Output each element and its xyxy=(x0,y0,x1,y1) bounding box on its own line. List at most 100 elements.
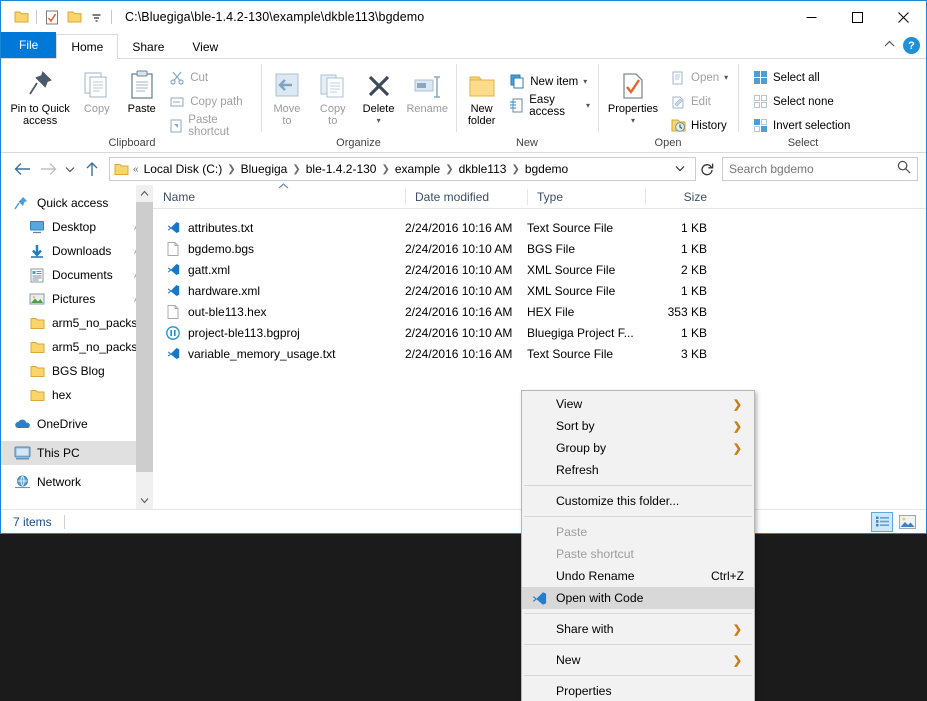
breadcrumb-chevron-icon[interactable]: ❯ xyxy=(226,164,236,175)
chevron-down-icon[interactable] xyxy=(136,492,153,509)
context-menu-item-refresh[interactable]: Refresh xyxy=(522,459,754,481)
move-to-button[interactable]: Move to xyxy=(265,63,309,127)
context-menu-item-sort-by[interactable]: Sort by ❯ xyxy=(522,415,754,437)
breadcrumb-chevron-icon[interactable]: ❯ xyxy=(510,164,520,175)
address-dropdown-icon[interactable] xyxy=(669,164,691,175)
collapse-ribbon-icon[interactable] xyxy=(884,40,895,51)
table-row[interactable]: out-ble113.hex 2/24/2016 10:16 AM HEX Fi… xyxy=(153,301,926,322)
search-icon[interactable] xyxy=(897,160,911,179)
forward-button[interactable] xyxy=(35,156,61,182)
scrollbar-thumb[interactable] xyxy=(136,202,153,472)
up-button[interactable] xyxy=(79,156,105,182)
breadcrumb-chevron-icon[interactable]: ❯ xyxy=(380,164,390,175)
chevron-up-icon[interactable] xyxy=(136,185,153,202)
chevron-down-icon[interactable]: ▾ xyxy=(377,115,381,127)
title-bar[interactable]: C:\Bluegiga\ble-1.4.2-130\example\dkble1… xyxy=(1,1,926,33)
large-icons-view-button[interactable] xyxy=(896,512,918,532)
nav-item-downloads[interactable]: Downloads xyxy=(1,239,153,263)
nav-item-documents[interactable]: Documents xyxy=(1,263,153,287)
invert-selection-button[interactable]: Invert selection xyxy=(748,115,854,136)
cut-button[interactable]: Cut xyxy=(165,67,257,88)
nav-item-pictures[interactable]: Pictures xyxy=(1,287,153,311)
customize-qat-caret-icon[interactable] xyxy=(85,6,107,28)
properties-check-icon[interactable] xyxy=(41,6,63,28)
new-item-button[interactable]: New item ▾ xyxy=(505,71,594,92)
breadcrumb-chevron-icon[interactable]: ❯ xyxy=(291,164,301,175)
nav-item-network[interactable]: Network xyxy=(1,470,153,494)
nav-item-this-pc[interactable]: This PC xyxy=(1,441,153,465)
breadcrumb-item-5[interactable]: bgdemo xyxy=(521,162,572,176)
new-folder-button[interactable]: New folder xyxy=(460,63,503,127)
rename-button[interactable]: Rename xyxy=(402,63,452,115)
help-icon[interactable]: ? xyxy=(903,37,920,54)
nav-item-arm5-no-packs-2[interactable]: arm5_no_packs xyxy=(1,335,153,359)
pin-to-quick-access-button[interactable]: Pin to Quick access xyxy=(7,63,73,127)
breadcrumb-item-4[interactable]: dkble113 xyxy=(455,162,511,176)
delete-button[interactable]: Delete ▾ xyxy=(357,63,401,127)
copy-to-button[interactable]: Copy to xyxy=(311,63,355,127)
column-header-date-modified[interactable]: Date modified xyxy=(405,185,527,209)
table-row[interactable]: gatt.xml 2/24/2016 10:10 AM XML Source F… xyxy=(153,259,926,280)
maximize-button[interactable] xyxy=(834,1,880,33)
table-row[interactable]: variable_memory_usage.txt 2/24/2016 10:1… xyxy=(153,343,926,364)
nav-item-onedrive[interactable]: OneDrive xyxy=(1,412,153,436)
nav-item-desktop[interactable]: Desktop xyxy=(1,215,153,239)
refresh-button[interactable] xyxy=(696,157,718,181)
breadcrumb-overflow[interactable]: « xyxy=(132,164,140,175)
properties-button[interactable]: Properties ▾ xyxy=(602,63,664,127)
breadcrumb-item-3[interactable]: example xyxy=(391,162,444,176)
column-header-type[interactable]: Type xyxy=(527,185,645,209)
navigation-pane-scrollbar[interactable] xyxy=(136,185,153,509)
paste-shortcut-button[interactable]: Paste shortcut xyxy=(165,114,257,138)
chevron-down-icon[interactable]: ▾ xyxy=(586,101,590,110)
back-button[interactable] xyxy=(9,156,35,182)
context-menu-item-new[interactable]: New ❯ xyxy=(522,649,754,671)
tab-view[interactable]: View xyxy=(178,34,232,59)
breadcrumb-item-2[interactable]: ble-1.4.2-130 xyxy=(302,162,381,176)
recent-locations-button[interactable] xyxy=(61,156,79,182)
chevron-down-icon[interactable]: ▾ xyxy=(583,77,587,86)
context-menu-item-undo-rename[interactable]: Undo Rename Ctrl+Z xyxy=(522,565,754,587)
copy-path-button[interactable]: Copy path xyxy=(165,91,257,112)
context-menu-item-properties[interactable]: Properties xyxy=(522,680,754,701)
details-view-button[interactable] xyxy=(871,511,893,532)
folder-icon[interactable] xyxy=(10,6,32,28)
nav-item-hex[interactable]: hex xyxy=(1,383,153,407)
close-button[interactable] xyxy=(880,1,926,33)
history-button[interactable]: History xyxy=(666,115,732,136)
select-none-button[interactable]: Select none xyxy=(748,91,854,112)
context-menu-item-label: Share with xyxy=(556,622,614,636)
copy-button[interactable]: Copy xyxy=(75,63,118,115)
address-bar[interactable]: « Local Disk (C:) ❯ Bluegiga ❯ ble-1.4.2… xyxy=(109,157,696,181)
select-all-button[interactable]: Select all xyxy=(748,67,854,88)
tab-file[interactable]: File xyxy=(1,32,57,58)
nav-item-bgs-blog[interactable]: BGS Blog xyxy=(1,359,153,383)
open-button[interactable]: Open ▾ xyxy=(666,67,732,88)
easy-access-button[interactable]: Easy access ▾ xyxy=(505,94,594,118)
table-row[interactable]: attributes.txt 2/24/2016 10:16 AM Text S… xyxy=(153,217,926,238)
nav-item-quick-access[interactable]: Quick access xyxy=(1,191,153,215)
breadcrumb-item-1[interactable]: Bluegiga xyxy=(237,162,292,176)
edit-button[interactable]: Edit xyxy=(666,91,732,112)
context-menu-item-share-with[interactable]: Share with ❯ xyxy=(522,618,754,640)
table-row[interactable]: hardware.xml 2/24/2016 10:10 AM XML Sour… xyxy=(153,280,926,301)
column-header-size[interactable]: Size xyxy=(645,185,717,209)
search-input[interactable]: Search bgdemo xyxy=(722,157,918,181)
context-menu-item-open-with-code[interactable]: Open with Code xyxy=(522,587,754,609)
paste-button[interactable]: Paste xyxy=(120,63,163,115)
new-folder-icon[interactable] xyxy=(63,6,85,28)
context-menu-item-group-by[interactable]: Group by ❯ xyxy=(522,437,754,459)
minimize-button[interactable] xyxy=(788,1,834,33)
context-menu-item-view[interactable]: View ❯ xyxy=(522,393,754,415)
context-menu-item-customize-this-folder[interactable]: Customize this folder... xyxy=(522,490,754,512)
breadcrumb-item-0[interactable]: Local Disk (C:) xyxy=(140,162,227,176)
chevron-down-icon[interactable]: ▾ xyxy=(631,115,635,127)
table-row[interactable]: project-ble113.bgproj 2/24/2016 10:10 AM… xyxy=(153,322,926,343)
table-row[interactable]: bgdemo.bgs 2/24/2016 10:10 AM BGS File 1… xyxy=(153,238,926,259)
breadcrumb-chevron-icon[interactable]: ❯ xyxy=(444,164,454,175)
nav-item-arm5-no-packs-1[interactable]: arm5_no_packs xyxy=(1,311,153,335)
tab-home[interactable]: Home xyxy=(56,34,119,59)
tab-share[interactable]: Share xyxy=(118,34,178,59)
chevron-down-icon[interactable]: ▾ xyxy=(724,73,728,82)
column-header-name[interactable]: Name xyxy=(153,182,405,209)
